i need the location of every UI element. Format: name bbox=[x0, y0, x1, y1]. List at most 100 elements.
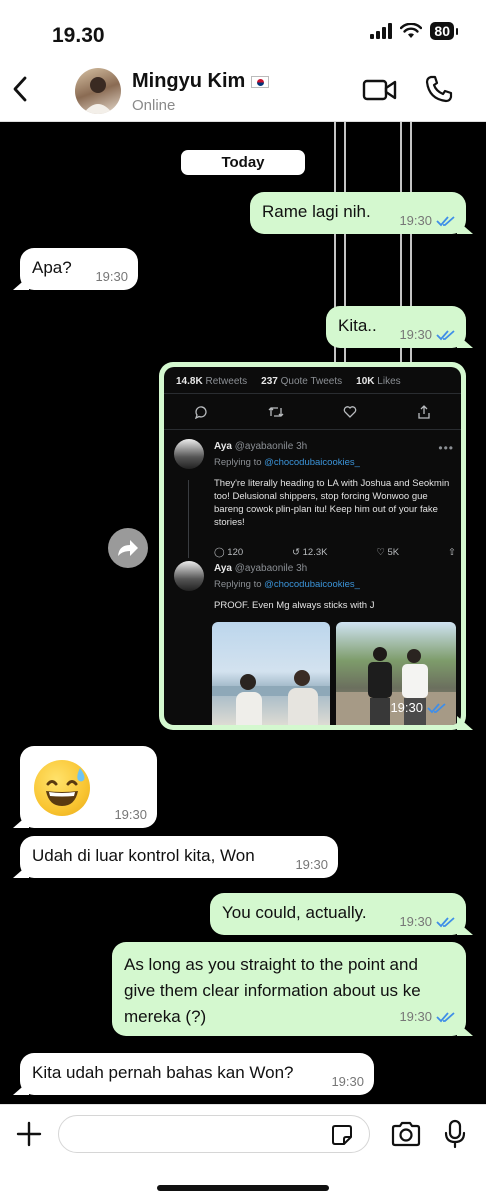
message-meta: 19:30 bbox=[399, 327, 456, 342]
retweet-action-count: 12.3K bbox=[302, 547, 328, 558]
double-check-icon bbox=[436, 329, 455, 340]
message-incoming-emoji[interactable]: 19:30 bbox=[20, 746, 157, 828]
tweet-stats: 14.8K Retweets 237 Quote Tweets 10K Like… bbox=[176, 376, 401, 387]
quote-stat: 237 Quote Tweets bbox=[261, 376, 342, 387]
message-incoming[interactable]: Udah di luar kontrol kita, Won 19:30 bbox=[20, 836, 338, 878]
status-icons: 80 bbox=[370, 22, 458, 40]
retweet-label: Retweets bbox=[205, 376, 248, 387]
message-outgoing[interactable]: You could, actually. 19:30 bbox=[210, 893, 466, 935]
tweet-author: Aya @ayabaonile 3h bbox=[214, 563, 307, 574]
contact-avatar[interactable] bbox=[75, 68, 121, 114]
replying-handle: @chocodubaicookies_ bbox=[264, 579, 360, 590]
message-time: 19:30 bbox=[399, 914, 432, 929]
quote-label: Quote Tweets bbox=[280, 376, 343, 387]
message-time: 19:30 bbox=[399, 213, 432, 228]
message-time: 19:30 bbox=[399, 1009, 432, 1024]
message-incoming[interactable]: Apa? 19:30 bbox=[20, 248, 138, 290]
video-call-icon[interactable] bbox=[362, 78, 398, 102]
message-text: You could, actually. bbox=[222, 903, 367, 922]
tweet-action-row bbox=[164, 405, 461, 419]
contact-status: Online bbox=[132, 97, 176, 114]
mic-icon[interactable] bbox=[444, 1119, 466, 1149]
reply-action: ◯ 120 bbox=[214, 547, 244, 558]
share-forward-icon[interactable] bbox=[108, 528, 148, 568]
message-input[interactable] bbox=[58, 1115, 370, 1153]
message-time: 19:30 bbox=[114, 807, 147, 822]
like-label: Likes bbox=[377, 376, 401, 387]
message-meta: 19:30 bbox=[390, 700, 447, 715]
like-action-count: 5K bbox=[387, 547, 400, 558]
tweet-author-name: Aya bbox=[214, 563, 232, 574]
home-indicator bbox=[157, 1185, 329, 1191]
tweet-replying-to: Replying to @chocodubaicookies_ bbox=[214, 579, 360, 590]
message-outgoing[interactable]: Rame lagi nih. 19:30 bbox=[250, 192, 466, 234]
divider bbox=[164, 393, 461, 394]
message-meta: 19:30 bbox=[295, 857, 328, 872]
tweet-avatar bbox=[174, 561, 204, 591]
phone-icon[interactable] bbox=[424, 74, 454, 104]
message-input-bar bbox=[0, 1104, 486, 1200]
tweet-author-name: Aya bbox=[214, 441, 232, 452]
back-chevron-icon[interactable] bbox=[10, 74, 30, 104]
message-meta: 19:30 bbox=[114, 807, 147, 822]
tweet-text: PROOF. Even Mg always sticks with J bbox=[214, 600, 375, 611]
chat-area[interactable]: Today Rame lagi nih. 19:30 Apa? 19:30 Ki… bbox=[0, 122, 486, 1104]
signal-icon bbox=[370, 23, 393, 39]
sweat-smile-emoji bbox=[34, 760, 90, 816]
message-meta: 19:30 bbox=[399, 914, 456, 929]
message-text: Kita udah pernah bahas kan Won? bbox=[32, 1063, 294, 1082]
like-icon bbox=[344, 406, 357, 418]
status-time: 19.30 bbox=[52, 24, 105, 47]
reply-icon bbox=[194, 406, 207, 419]
quote-count: 237 bbox=[261, 376, 278, 387]
share-action-icon: ⇧ bbox=[448, 547, 456, 558]
tweet-reply-actions: ◯ 120 ↺ 12.3K ♡ 5K ⇧ bbox=[214, 547, 456, 558]
tweet-screenshot[interactable]: 14.8K Retweets 237 Quote Tweets 10K Like… bbox=[164, 367, 461, 725]
message-time: 19:30 bbox=[390, 700, 423, 715]
message-meta: 19:30 bbox=[399, 1004, 456, 1030]
tweet-age: 3h bbox=[296, 563, 308, 574]
like-action: ♡ 5K bbox=[376, 547, 400, 558]
share-icon bbox=[418, 405, 430, 419]
message-meta: 19:30 bbox=[399, 213, 456, 228]
message-text: Apa? bbox=[32, 258, 72, 277]
tweet-replying-to: Replying to @chocodubaicookies_ bbox=[214, 457, 360, 468]
battery-indicator: 80 bbox=[430, 22, 458, 40]
message-outgoing[interactable]: As long as you straight to the point and… bbox=[112, 942, 466, 1036]
tweet-handle: @ayabaonile bbox=[234, 441, 294, 452]
message-text: Udah di luar kontrol kita, Won bbox=[32, 846, 255, 865]
tweet-photo-beach bbox=[212, 622, 330, 725]
camera-icon[interactable] bbox=[390, 1121, 422, 1147]
contact-name-text: Mingyu Kim bbox=[132, 70, 246, 92]
tweet-avatar bbox=[174, 439, 204, 469]
tweet-age: 3h bbox=[296, 441, 308, 452]
like-stat: 10K Likes bbox=[356, 376, 401, 387]
message-outgoing[interactable]: Kita.. 19:30 bbox=[326, 306, 466, 348]
tweet-reply: Aya @ayabaonile 3h Replying to @chocodub… bbox=[174, 561, 454, 621]
double-check-icon bbox=[436, 215, 455, 226]
divider bbox=[164, 429, 461, 430]
message-text: As long as you straight to the point and… bbox=[124, 955, 421, 1026]
contact-name[interactable]: Mingyu Kim bbox=[132, 70, 270, 93]
message-time: 19:30 bbox=[399, 327, 432, 342]
retweet-stat: 14.8K Retweets bbox=[176, 376, 247, 387]
replying-handle: @chocodubaicookies_ bbox=[264, 457, 360, 468]
status-bar: 19.30 80 bbox=[0, 0, 486, 58]
more-options-icon: ••• bbox=[438, 441, 454, 455]
message-image-outgoing[interactable]: 14.8K Retweets 237 Quote Tweets 10K Like… bbox=[159, 362, 466, 730]
message-time: 19:30 bbox=[95, 269, 128, 284]
sticker-icon[interactable] bbox=[330, 1123, 354, 1147]
retweet-action: ↺ 12.3K bbox=[292, 547, 328, 558]
chat-header: Mingyu Kim Online bbox=[0, 58, 486, 122]
retweet-icon bbox=[268, 407, 284, 417]
message-time: 19:30 bbox=[331, 1074, 364, 1089]
message-meta: 19:30 bbox=[95, 269, 128, 284]
tweet-handle: @ayabaonile bbox=[234, 563, 294, 574]
message-incoming[interactable]: Kita udah pernah bahas kan Won? 19:30 bbox=[20, 1053, 374, 1095]
replying-prefix: Replying to bbox=[214, 579, 262, 590]
like-count: 10K bbox=[356, 376, 375, 387]
wifi-icon bbox=[400, 23, 423, 38]
plus-icon[interactable] bbox=[16, 1121, 42, 1147]
double-check-icon bbox=[436, 1012, 455, 1023]
reply-count: 120 bbox=[227, 547, 244, 558]
